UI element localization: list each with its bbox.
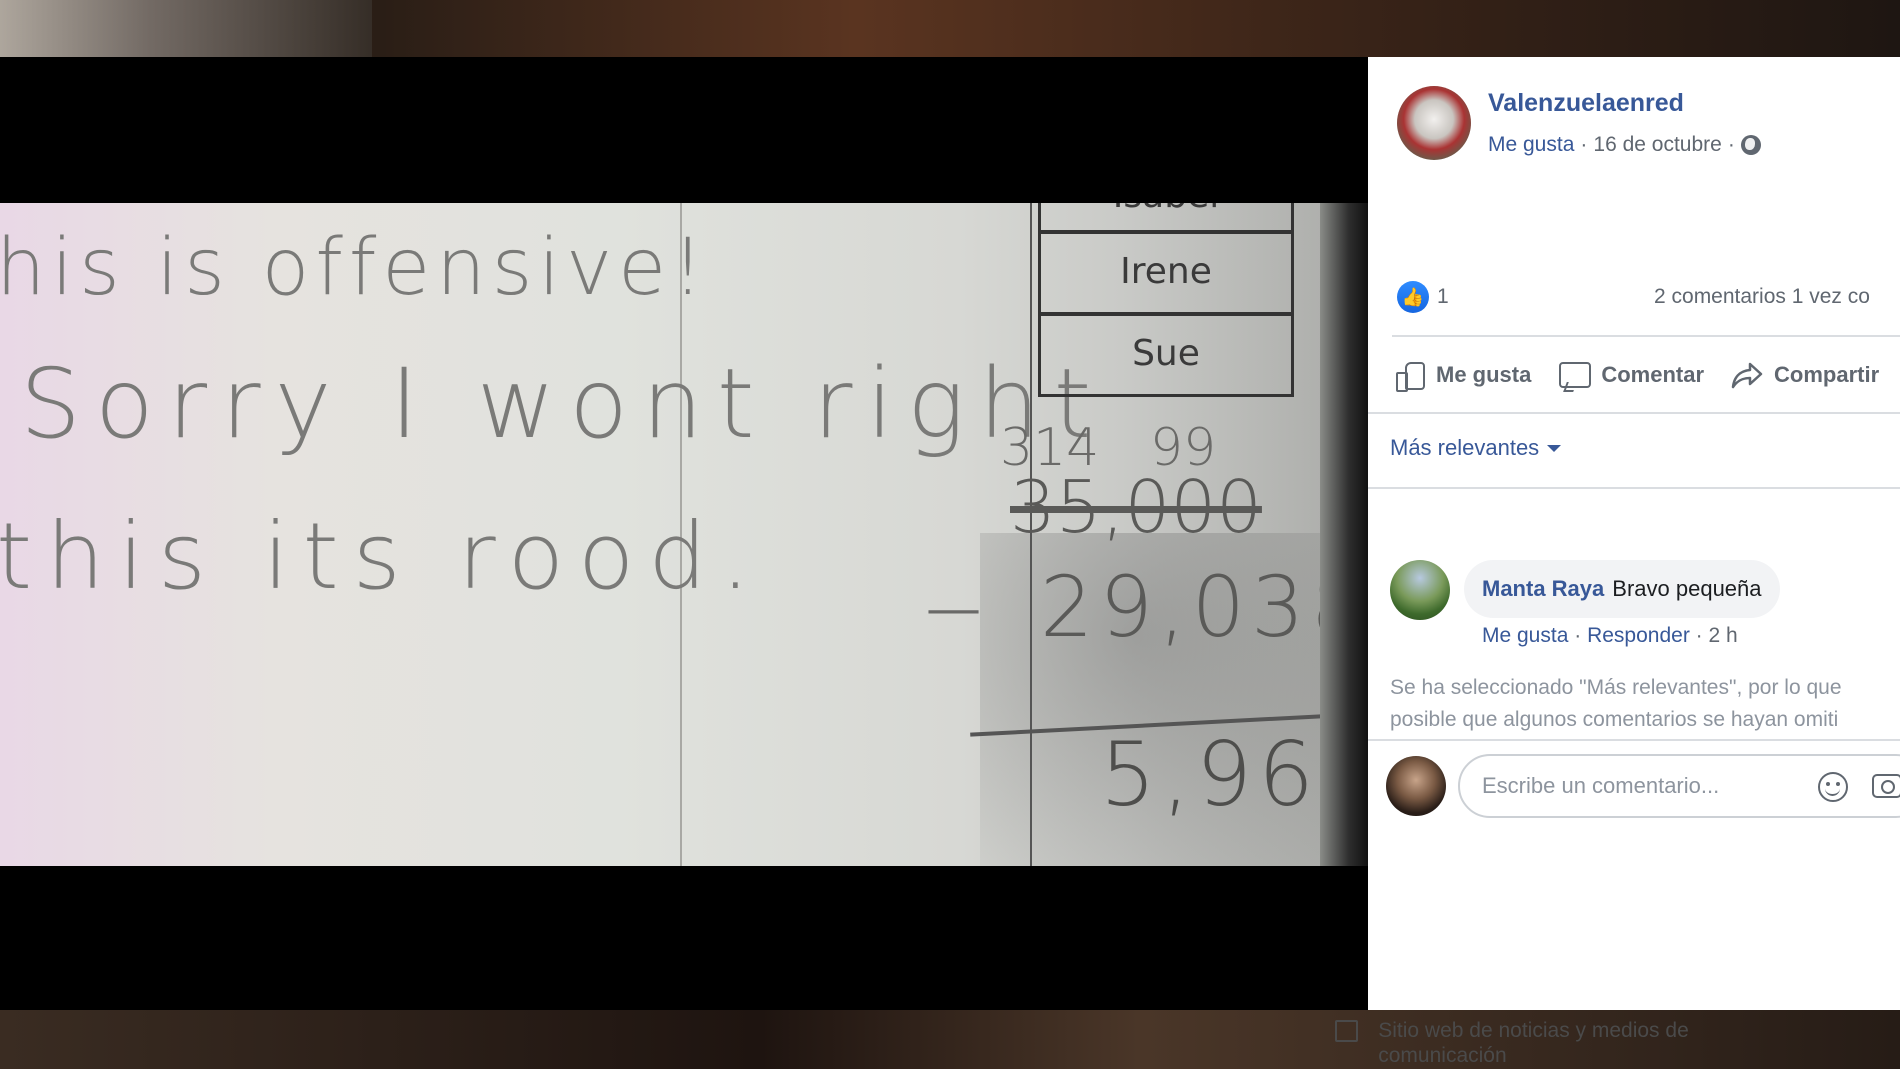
like-button-label: Me gusta [1436, 362, 1532, 387]
table-row: Irene [1038, 231, 1294, 315]
like-count[interactable]: 1 [1437, 285, 1449, 309]
post-actions: Me gusta Comentar Compartir [1392, 350, 1900, 400]
math-minus: − [920, 563, 988, 656]
camera-icon[interactable] [1872, 774, 1900, 798]
comment-text: Bravo pequeña [1612, 576, 1762, 601]
sort-label: Más relevantes [1390, 435, 1540, 460]
post-meta: Me gusta · 16 de octubre · [1488, 133, 1761, 157]
background-category-link: Sitio web de noticias y medios de comuni… [1335, 1018, 1735, 1068]
comment-bubble: Manta Raya Bravo pequeña [1464, 560, 1780, 618]
table-row: Sue [1038, 313, 1294, 397]
comment-meta: Me gusta · Responder · 2 h [1482, 624, 1738, 648]
notice-line-2: posible que algunos comentarios se hayan… [1390, 708, 1839, 731]
math-crossed: 35,000 [1010, 465, 1262, 549]
handwriting-line-1: his is offensive! [0, 223, 710, 313]
post-photo[interactable]: his is offensive! Sorry I wont right thi… [0, 203, 1368, 866]
meta-separator: · [1727, 133, 1735, 156]
comment-like-link[interactable]: Me gusta [1482, 624, 1568, 647]
comment-button-label: Comentar [1601, 362, 1705, 387]
like-button[interactable]: Me gusta [1392, 350, 1531, 400]
math-subtrahend: 29,038 [1040, 558, 1368, 656]
thumbs-up-icon [1392, 360, 1426, 392]
comment-reply-link[interactable]: Responder [1587, 624, 1690, 647]
page-like-link[interactable]: Me gusta [1488, 133, 1574, 157]
category-label: Sitio web de noticias y medios de comuni… [1378, 1019, 1689, 1067]
notice-line-1: Se ha seleccionado "Más relevantes", por… [1390, 676, 1842, 699]
share-button-label: Compartir [1774, 362, 1880, 387]
comment-icon [1557, 360, 1592, 390]
emoji-icon[interactable] [1818, 772, 1848, 802]
background-profile-image [0, 0, 372, 57]
relevance-notice: Se ha seleccionado "Más relevantes", por… [1390, 672, 1900, 736]
divider [1368, 739, 1900, 741]
comment-composer [1386, 754, 1900, 818]
commenter-avatar[interactable] [1390, 560, 1450, 620]
post-side-panel: Valenzuelaenred Me gusta · 16 de octubre… [1368, 57, 1900, 1010]
post-date[interactable]: 16 de octubre [1593, 133, 1721, 157]
divider [1368, 412, 1900, 414]
handwriting-line-3: this its rood. [0, 503, 764, 610]
table-row: Isabel [1038, 203, 1294, 233]
share-button[interactable]: Compartir [1730, 350, 1879, 400]
comment-author-link[interactable]: Manta Raya [1482, 576, 1604, 602]
photo-edge [1320, 203, 1368, 866]
meta-separator: · [1695, 624, 1703, 647]
comments-count[interactable]: 2 comentarios 1 vez co [1654, 285, 1870, 309]
comment-sort-dropdown[interactable]: Más relevantes [1390, 435, 1562, 461]
meta-separator: · [1580, 133, 1588, 156]
page-name-link[interactable]: Valenzuelaenred [1488, 89, 1684, 118]
divider [1368, 487, 1900, 489]
name-table: Isabel Irene Sue [1038, 203, 1338, 403]
divider [1392, 335, 1900, 337]
category-icon [1335, 1020, 1359, 1042]
meta-separator: · [1574, 624, 1582, 647]
share-icon [1730, 360, 1764, 390]
reactions-row: 👍 1 2 comentarios 1 vez co [1397, 281, 1900, 317]
photo-viewer[interactable]: his is offensive! Sorry I wont right thi… [0, 57, 1368, 1010]
globe-icon[interactable] [1740, 135, 1761, 155]
comment-button[interactable]: Comentar [1557, 350, 1704, 400]
comment-time[interactable]: 2 h [1709, 624, 1738, 647]
handwriting-line-2: Sorry I wont right [20, 348, 1106, 460]
caret-down-icon [1547, 444, 1562, 452]
current-user-avatar[interactable] [1386, 756, 1446, 816]
page-avatar[interactable] [1397, 86, 1471, 160]
like-reaction-icon[interactable]: 👍 [1397, 281, 1429, 313]
